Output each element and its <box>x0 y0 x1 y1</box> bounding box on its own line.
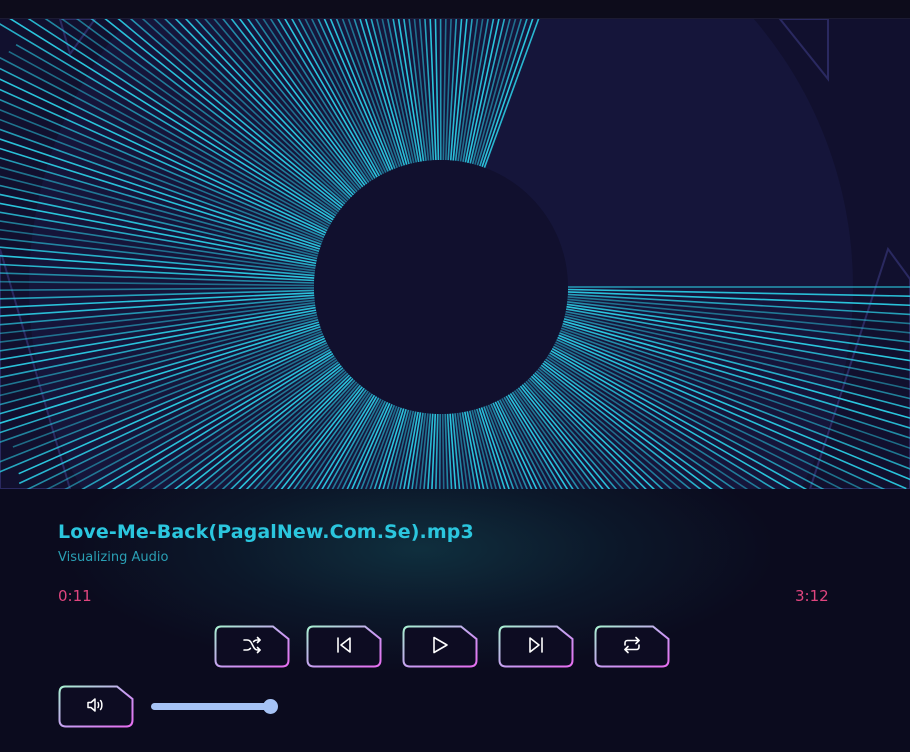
duration-time: 3:12 <box>795 587 829 605</box>
player-panel: Love-Me-Back(PagalNew.Com.Se).mp3 Visual… <box>0 489 910 752</box>
next-button[interactable] <box>498 625 574 668</box>
repeat-icon <box>622 636 642 658</box>
play-button[interactable] <box>402 625 478 668</box>
track-status: Visualizing Audio <box>58 550 169 565</box>
visualizer-canvas <box>0 19 910 489</box>
skip-back-icon <box>335 636 353 658</box>
previous-button[interactable] <box>306 625 382 668</box>
volume-icon <box>86 696 106 718</box>
top-bar <box>0 0 910 19</box>
visualizer-center <box>314 160 568 414</box>
volume-slider-thumb[interactable] <box>263 699 278 714</box>
shuffle-icon <box>242 636 262 658</box>
skip-forward-icon <box>527 636 545 658</box>
audio-visualizer <box>0 19 910 489</box>
track-title: Love-Me-Back(PagalNew.Com.Se).mp3 <box>58 521 474 543</box>
repeat-button[interactable] <box>594 625 670 668</box>
volume-button[interactable] <box>58 685 134 728</box>
play-icon <box>431 636 449 658</box>
volume-slider[interactable] <box>151 703 271 710</box>
shuffle-button[interactable] <box>214 625 290 668</box>
visualizer-bar <box>439 19 442 161</box>
current-time: 0:11 <box>58 587 92 605</box>
